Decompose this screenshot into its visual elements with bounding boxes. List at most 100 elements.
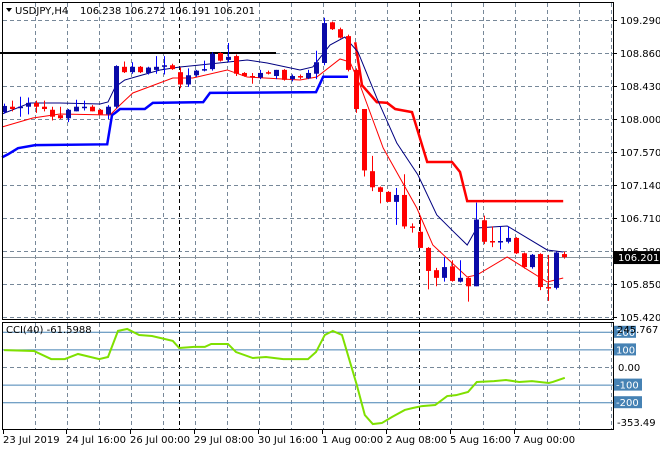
time-axis-label: 5 Aug 16:00 <box>450 435 511 446</box>
candle <box>290 74 295 82</box>
candle-body <box>530 254 535 268</box>
candle <box>330 21 335 30</box>
candle <box>466 277 471 302</box>
time-axis-label: 26 Jul 00:00 <box>130 435 190 446</box>
candle-body <box>522 253 527 268</box>
candle <box>42 100 47 112</box>
chart-header: USDJPY,H4 106.238 106.272 106.191 106.20… <box>6 6 255 17</box>
candle-body <box>426 247 431 271</box>
candle-body <box>250 76 255 78</box>
candle-body <box>410 226 415 228</box>
candle <box>138 66 143 73</box>
candle-body <box>394 194 399 202</box>
price-axis-label: 109.290 <box>620 16 660 27</box>
candle-body <box>546 287 551 289</box>
candle-body <box>370 171 375 188</box>
candle <box>530 254 535 269</box>
time-axis-label: 1 Aug 00:00 <box>322 435 383 446</box>
candle <box>202 60 207 72</box>
price-axis-label: 108.000 <box>620 115 660 126</box>
candle <box>74 99 79 112</box>
candle-body <box>50 109 55 117</box>
candle <box>386 191 391 202</box>
price-axis-label: 105.850 <box>620 280 660 291</box>
candle-body <box>418 231 423 248</box>
candle-body <box>482 220 487 242</box>
candle <box>250 72 255 84</box>
candle-body <box>434 270 439 278</box>
symbol-label: USDJPY,H4 <box>15 6 68 17</box>
candle <box>298 74 303 80</box>
candle-body <box>538 254 543 288</box>
candle <box>66 109 71 123</box>
candle <box>346 34 351 72</box>
candle <box>362 109 367 177</box>
candle <box>114 65 119 109</box>
candle-body <box>90 106 95 112</box>
price-axis-label: 108.860 <box>620 49 660 60</box>
candle <box>498 226 503 250</box>
candle-body <box>10 106 15 110</box>
candle-body <box>138 66 143 73</box>
candle <box>306 69 311 80</box>
candle <box>90 105 95 112</box>
candle-body <box>82 106 87 109</box>
candle-body <box>338 29 343 38</box>
candle <box>394 188 399 225</box>
candle-body <box>314 62 319 74</box>
candle-body <box>362 109 367 171</box>
candle-body <box>42 106 47 110</box>
candle-body <box>554 252 559 288</box>
candle <box>26 97 31 115</box>
candle-body <box>106 106 111 115</box>
candle-body <box>322 23 327 63</box>
candle-body <box>442 267 447 278</box>
candle <box>482 215 487 245</box>
candle-body <box>226 56 231 60</box>
support-line <box>1 75 348 159</box>
candle-body <box>514 237 519 254</box>
time-axis-label: 29 Jul 08:00 <box>194 435 254 446</box>
candle-body <box>146 67 151 73</box>
candle <box>314 50 319 80</box>
candle <box>546 254 551 301</box>
candle-body <box>298 76 303 78</box>
dropdown-arrow-icon[interactable] <box>6 8 12 12</box>
candle-body <box>218 52 223 61</box>
candle-body <box>290 76 295 80</box>
candle <box>426 247 431 290</box>
candle <box>18 96 23 117</box>
candle-body <box>66 109 71 119</box>
time-axis-label: 30 Jul 16:00 <box>258 435 318 446</box>
candle-body <box>154 66 159 70</box>
candle <box>514 237 519 255</box>
candle-body <box>18 106 23 109</box>
candle-body <box>26 102 31 107</box>
candle-body <box>210 53 215 70</box>
candle <box>234 54 239 77</box>
candle <box>354 68 359 113</box>
candle <box>162 56 167 75</box>
candle <box>338 27 343 39</box>
cci-zero-label: 0.00 <box>618 363 640 374</box>
candle-body <box>74 106 79 112</box>
candle-body <box>458 277 463 282</box>
candle-body <box>234 56 239 74</box>
candle-body <box>330 22 335 30</box>
candle <box>458 260 463 283</box>
candle-body <box>194 70 199 76</box>
candle <box>282 69 287 81</box>
axes: 109.290 108.860 108.430 108.000 107.570 107.1… <box>3 16 660 446</box>
trading-chart[interactable]: 109.290 108.860 108.430 108.000 107.570 107.1… <box>0 0 660 450</box>
price-axis-label: 106.710 <box>620 214 660 225</box>
cci-panel-border <box>2 322 614 430</box>
candle <box>370 155 375 192</box>
main-panel-border <box>2 2 614 320</box>
candle <box>474 202 479 287</box>
candle-body <box>450 266 455 281</box>
candle <box>410 223 415 233</box>
time-axis-label: 2 Aug 08:00 <box>386 435 447 446</box>
candle-body <box>202 69 207 71</box>
candle <box>522 252 527 269</box>
candle <box>178 67 183 89</box>
